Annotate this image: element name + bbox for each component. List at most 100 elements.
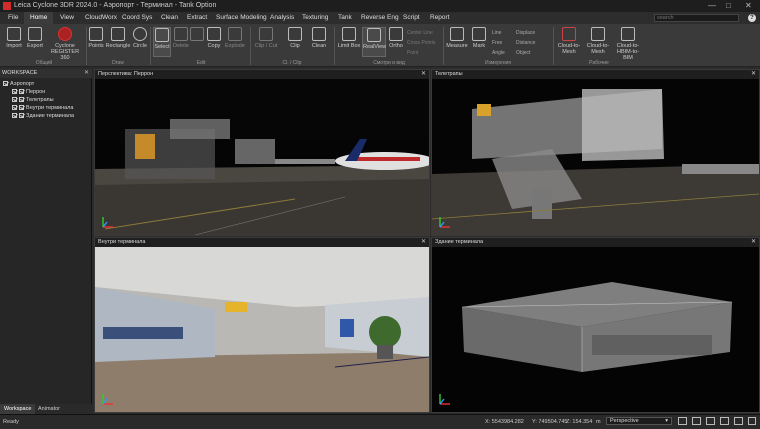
rectangle-button[interactable]: Rectangle bbox=[105, 27, 131, 49]
layout-vertical-icon[interactable] bbox=[734, 417, 743, 425]
tree-root[interactable]: Аэропорт bbox=[3, 81, 34, 88]
tab-extract[interactable]: Extract bbox=[181, 12, 213, 24]
group-edit-label: Edit bbox=[196, 60, 206, 66]
points-icon bbox=[89, 27, 103, 41]
limit-box-icon bbox=[342, 27, 356, 41]
projection-select[interactable]: Perspective ▾ bbox=[606, 417, 672, 425]
select-button[interactable]: Select bbox=[153, 27, 171, 57]
viewport-inside-terminal[interactable]: Внутри терминала ✕ bbox=[94, 237, 430, 413]
tree-item-perron[interactable]: Перрон bbox=[12, 89, 45, 96]
minimize-button[interactable]: — bbox=[708, 1, 716, 10]
cloud-to-mesh-button[interactable]: Cloud-to-Mesh bbox=[555, 27, 583, 55]
measure-button[interactable]: Measure bbox=[446, 27, 468, 49]
group-view-label: Смотри и вид bbox=[373, 60, 405, 66]
group-general-label: Общий bbox=[35, 60, 53, 66]
tree-item-teletrapy[interactable]: Телетрапы bbox=[12, 97, 54, 104]
points-button[interactable]: Points bbox=[88, 27, 104, 49]
cyclone-register-button[interactable]: Cyclone REGISTER 360 bbox=[46, 27, 84, 61]
realview-button[interactable]: RealView bbox=[362, 27, 386, 57]
point-cloud-view[interactable] bbox=[432, 79, 759, 235]
tab-clean[interactable]: Clean bbox=[155, 12, 184, 24]
displace-button[interactable]: Displace bbox=[516, 30, 535, 36]
object-button[interactable]: Object bbox=[516, 50, 530, 56]
limit-box-button[interactable]: Limit Box bbox=[337, 27, 361, 49]
checkbox[interactable] bbox=[19, 89, 24, 95]
delete-button[interactable]: Delete bbox=[173, 27, 189, 49]
layout-single-icon[interactable] bbox=[678, 417, 687, 425]
checkbox[interactable] bbox=[12, 89, 17, 95]
import-button[interactable]: Import bbox=[4, 27, 24, 49]
viewport-close-button[interactable]: ✕ bbox=[421, 238, 426, 247]
import-icon bbox=[7, 27, 21, 41]
angle-button[interactable]: Angle bbox=[492, 50, 505, 56]
viewport-close-button[interactable]: ✕ bbox=[421, 70, 426, 79]
tab-workspace[interactable]: Workspace bbox=[0, 404, 36, 414]
center-line-button[interactable]: Center Line bbox=[407, 30, 433, 36]
tab-view[interactable]: View bbox=[54, 12, 80, 24]
viewport-header: Телетрапы ✕ bbox=[432, 70, 759, 79]
mark-button[interactable]: Mark bbox=[470, 27, 488, 49]
coord-z: Z: 154.354 bbox=[566, 419, 593, 425]
help-icon[interactable]: ? bbox=[748, 14, 756, 22]
point-cloud-view[interactable] bbox=[432, 247, 759, 412]
tab-home[interactable]: Home bbox=[24, 12, 54, 24]
close-window-button[interactable]: ✕ bbox=[745, 1, 752, 10]
circle-icon bbox=[133, 27, 147, 41]
free-button[interactable]: Free bbox=[492, 40, 502, 46]
distance-button[interactable]: Distance bbox=[516, 40, 535, 46]
viewport-perron[interactable]: Перспектива: Перрон ✕ bbox=[94, 69, 430, 236]
tab-tank[interactable]: Tank bbox=[332, 12, 358, 24]
checkbox[interactable] bbox=[12, 113, 17, 119]
axis-triad-icon bbox=[102, 217, 113, 228]
search-input[interactable]: search bbox=[654, 14, 739, 22]
tree-item-inside-terminal[interactable]: Внутри терминала bbox=[12, 105, 73, 112]
checkbox[interactable] bbox=[3, 81, 8, 87]
coord-y: Y: 749504.745 bbox=[532, 419, 568, 425]
mark-icon bbox=[472, 27, 486, 41]
jetbridge-point-cloud bbox=[432, 79, 759, 235]
tab-analysis[interactable]: Analysis bbox=[264, 12, 300, 24]
viewport-close-button[interactable]: ✕ bbox=[751, 70, 756, 79]
workspace-close-button[interactable]: ✕ bbox=[84, 69, 89, 78]
point-cloud-view[interactable] bbox=[95, 247, 429, 412]
clip-button[interactable]: Clip bbox=[286, 27, 304, 49]
clean-button[interactable]: Clean bbox=[308, 27, 330, 49]
status-ready: Ready bbox=[3, 419, 19, 425]
cloud-to-hbim-button[interactable]: Cloud-to-HBIM-to-BIM bbox=[613, 27, 643, 61]
copy-button[interactable]: Copy bbox=[206, 27, 222, 49]
delete-x-button[interactable] bbox=[190, 27, 204, 43]
checkbox[interactable] bbox=[19, 97, 24, 103]
circle-button[interactable]: Circle bbox=[132, 27, 148, 49]
tab-file[interactable]: File bbox=[2, 12, 24, 24]
cloud-to-mesh-2-button[interactable]: Cloud-to-Mesh bbox=[584, 27, 612, 55]
ribbon-divider bbox=[250, 27, 251, 65]
layout-grid-icon[interactable] bbox=[748, 417, 756, 425]
checkbox[interactable] bbox=[12, 97, 17, 103]
terminal-interior-point-cloud bbox=[95, 247, 429, 412]
checkbox[interactable] bbox=[19, 105, 24, 111]
layout-split-icon[interactable] bbox=[692, 417, 701, 425]
tab-report[interactable]: Report bbox=[424, 12, 456, 24]
cross-points-button[interactable]: Cross Points bbox=[407, 40, 435, 46]
line-button[interactable]: Line bbox=[492, 30, 501, 36]
point-cloud-view[interactable] bbox=[95, 79, 429, 235]
point-button[interactable]: Point bbox=[407, 50, 418, 56]
tree-item-terminal-building[interactable]: Здание терминала bbox=[12, 113, 74, 120]
maximize-button[interactable]: □ bbox=[726, 1, 731, 10]
tab-coord-sys[interactable]: Coord Sys bbox=[116, 12, 158, 24]
viewport-close-button[interactable]: ✕ bbox=[751, 238, 756, 247]
layout-quad-icon[interactable] bbox=[720, 417, 729, 425]
viewport-teletrapy[interactable]: Телетрапы ✕ bbox=[431, 69, 760, 236]
checkbox[interactable] bbox=[19, 113, 24, 119]
explode-button[interactable]: Explode bbox=[224, 27, 246, 49]
workspace-title: WORKSPACE bbox=[2, 70, 38, 76]
ortho-button[interactable]: Ortho bbox=[387, 27, 405, 49]
clip-cut-button[interactable]: Clip / Cut bbox=[252, 27, 280, 49]
checkbox[interactable] bbox=[12, 105, 17, 111]
export-button[interactable]: Export bbox=[25, 27, 45, 49]
layout-three-icon[interactable] bbox=[706, 417, 715, 425]
tab-texturing[interactable]: Texturing bbox=[296, 12, 334, 24]
tab-script[interactable]: Script bbox=[397, 12, 426, 24]
viewport-terminal-building[interactable]: Здание терминала ✕ bbox=[431, 237, 760, 413]
tab-animator[interactable]: Animator bbox=[34, 404, 64, 414]
